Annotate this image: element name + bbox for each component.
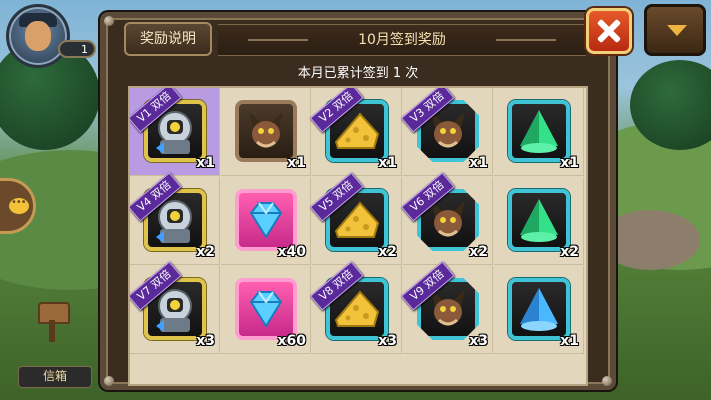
panel-bolt	[104, 16, 114, 26]
reward-quantity: x1	[469, 155, 488, 171]
reward-quantity: x2	[378, 244, 397, 260]
reward-item-frame	[235, 278, 297, 340]
reward-cell[interactable]: x1	[494, 88, 584, 176]
reward-cell[interactable]: x3 V7 双倍	[130, 261, 220, 354]
reward-quantity: x1	[196, 155, 215, 171]
reward-item-frame	[508, 100, 570, 162]
reward-cell[interactable]: x40	[221, 177, 311, 265]
reward-quantity: x1	[560, 333, 579, 349]
close-icon[interactable]	[586, 8, 632, 54]
reward-quantity: x60	[277, 333, 306, 349]
chat-icon	[9, 197, 29, 214]
player-level-badge: 1	[58, 40, 96, 58]
reward-quantity: x3	[378, 333, 397, 349]
player-avatar[interactable]	[6, 4, 70, 68]
reward-item-frame	[508, 189, 570, 251]
panel-title: 10月签到奖励	[358, 32, 446, 48]
green-crystal-icon	[512, 104, 566, 158]
title-bar: 10月签到奖励	[218, 24, 586, 56]
dropdown-arrow-icon[interactable]	[644, 4, 706, 56]
reward-rules-button[interactable]: 奖励说明	[124, 22, 212, 56]
reward-grid: x1 V1 双倍 x1 x1 V2 双倍 x1 V3 双倍 x1 x2 V4 双倍 x40 x2 V5 …	[128, 86, 588, 386]
reward-cell[interactable]: x3 V9 双倍	[401, 261, 493, 354]
reward-cell[interactable]: x1 V3 双倍	[401, 88, 493, 176]
reward-cell[interactable]: x1 V1 双倍	[130, 88, 220, 176]
reward-quantity: x3	[469, 333, 488, 349]
reward-cell[interactable]: x2 V5 双倍	[310, 172, 402, 265]
reward-quantity: x40	[277, 244, 306, 260]
mailbox-label[interactable]: 信箱	[18, 366, 92, 388]
mailbox-post	[49, 320, 55, 342]
reward-item-frame	[235, 100, 297, 162]
reward-cell[interactable]: x2 V4 双倍	[130, 172, 220, 265]
reward-cell[interactable]: x1	[221, 88, 311, 176]
reward-cell[interactable]: x1 V2 双倍	[310, 88, 402, 176]
reward-quantity: x2	[196, 244, 215, 260]
reward-quantity: x2	[560, 244, 579, 260]
blue-diamond-icon	[239, 282, 293, 336]
reward-cell[interactable]: x3 V8 双倍	[310, 261, 402, 354]
reward-quantity: x1	[287, 155, 306, 171]
reward-cell[interactable]: x2	[494, 177, 584, 265]
reward-quantity: x1	[378, 155, 397, 171]
rat-hero-icon	[239, 104, 293, 158]
reward-quantity: x2	[469, 244, 488, 260]
reward-cell[interactable]: x2 V6 双倍	[401, 172, 493, 265]
panel-bolt	[104, 376, 114, 386]
avatar-face	[25, 21, 51, 51]
reward-quantity: x3	[196, 333, 215, 349]
reward-quantity: x1	[560, 155, 579, 171]
green-crystal-icon	[512, 193, 566, 247]
reward-cell[interactable]: x60	[221, 266, 311, 354]
blue-crystal-icon	[512, 282, 566, 336]
mailbox-icon[interactable]	[30, 296, 74, 342]
panel-bolt	[602, 376, 612, 386]
reward-item-frame	[235, 189, 297, 251]
signin-count-text: 本月已累计签到 1 次	[297, 66, 419, 81]
reward-cell[interactable]: x1	[494, 266, 584, 354]
reward-item-frame	[508, 278, 570, 340]
blue-diamond-icon	[239, 193, 293, 247]
